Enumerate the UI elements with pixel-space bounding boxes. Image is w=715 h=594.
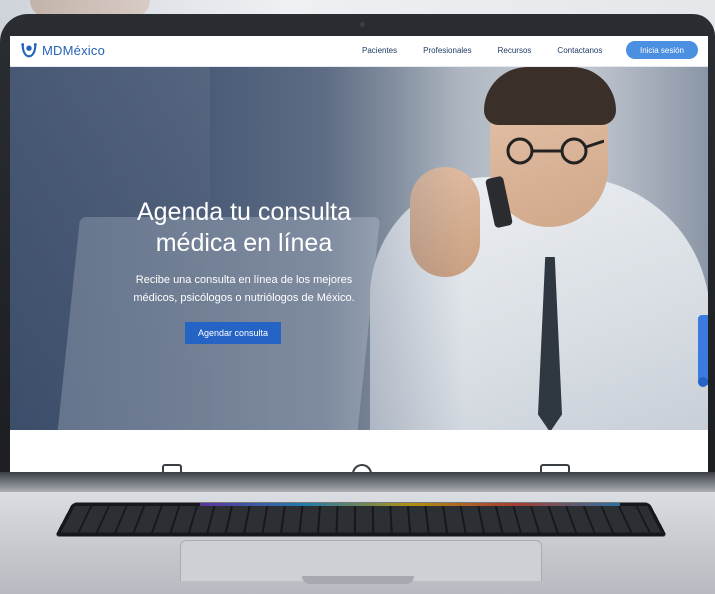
laptop-screen: MDMéxico Pacientes Profesionales Recurso… <box>10 36 708 472</box>
nav-link-contactanos[interactable]: Contactanos <box>557 46 602 55</box>
trackpad <box>180 540 542 581</box>
laptop-hinge <box>0 472 715 494</box>
laptop-icon <box>540 464 570 472</box>
hero-subtitle-line1: Recibe una consulta en línea de los mejo… <box>135 274 353 286</box>
schedule-consultation-button[interactable]: Agendar consulta <box>185 322 281 344</box>
touch-bar <box>200 503 620 506</box>
keyboard <box>54 502 668 537</box>
brand-name: MDMéxico <box>42 42 105 58</box>
nav-link-pacientes[interactable]: Pacientes <box>362 46 397 55</box>
hero-title-line1: Agenda tu consulta <box>136 198 352 226</box>
hero-subtitle: Recibe una consulta en línea de los mejo… <box>94 271 394 307</box>
chat-icon[interactable] <box>698 377 708 387</box>
nav-links: Pacientes Profesionales Recursos Contact… <box>362 46 628 55</box>
hero-section: Agenda tu consulta médica en línea Recib… <box>10 67 708 430</box>
side-feedback-tab[interactable] <box>698 315 708 385</box>
brand-logo[interactable]: MDMéxico <box>20 41 105 59</box>
hero-title-line2: médica en línea <box>155 229 333 257</box>
logo-icon <box>21 43 37 58</box>
lid-notch <box>302 576 414 584</box>
hero-subtitle-line2: médicos, psicólogos o nutriólogos de Méx… <box>133 292 355 304</box>
top-navbar: MDMéxico Pacientes Profesionales Recurso… <box>10 36 708 67</box>
webcam <box>360 22 365 27</box>
hero-title: Agenda tu consulta médica en línea <box>94 197 394 259</box>
calendar-icon <box>162 464 182 472</box>
nav-link-recursos[interactable]: Recursos <box>498 46 532 55</box>
nav-link-profesionales[interactable]: Profesionales <box>423 46 471 55</box>
login-button[interactable]: Inicia sesión <box>626 41 698 59</box>
keyboard-keys <box>60 506 662 533</box>
